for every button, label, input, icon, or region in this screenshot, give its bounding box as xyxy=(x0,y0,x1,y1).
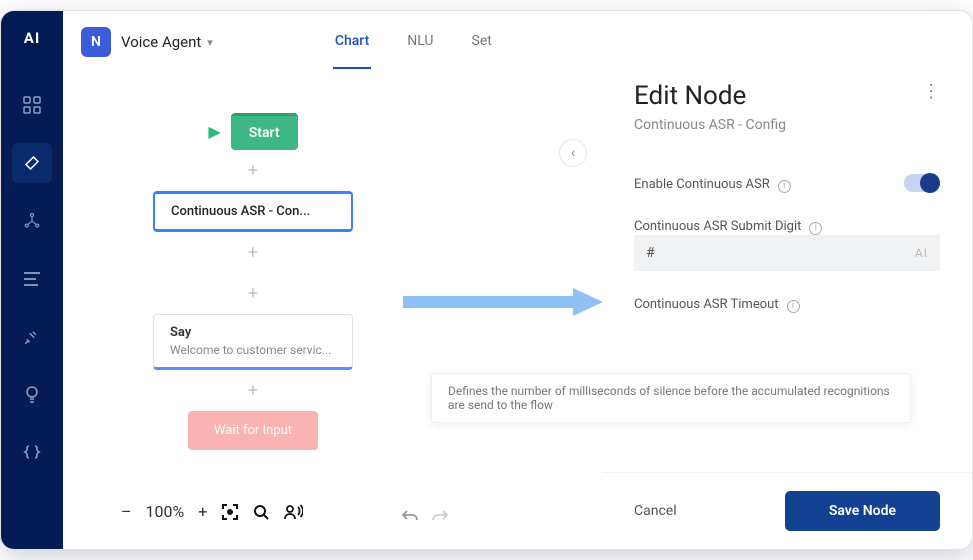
zoom-search-icon[interactable] xyxy=(253,504,269,520)
logo: AI xyxy=(24,29,40,47)
node-continuous-asr[interactable]: Continuous ASR - Con... xyxy=(153,191,353,232)
node-say[interactable]: Say Welcome to customer servic... xyxy=(153,314,353,370)
ai-chip-icon: AI xyxy=(915,246,928,260)
undo-button[interactable] xyxy=(401,509,419,523)
add-node-button[interactable]: + xyxy=(248,283,258,304)
save-node-button[interactable]: Save Node xyxy=(785,491,940,531)
node-subtitle: Welcome to customer servic... xyxy=(170,343,336,357)
toggle-enable-asr[interactable] xyxy=(904,174,940,192)
edit-node-panel: Edit Node Continuous ASR - Config ⋮ Enab… xyxy=(602,11,972,549)
agent-chip[interactable]: N xyxy=(81,27,111,57)
panel-more-icon[interactable]: ⋮ xyxy=(922,81,940,102)
nav-list-icon[interactable] xyxy=(12,259,52,299)
node-label: Continuous ASR - Con... xyxy=(171,204,335,219)
agent-name[interactable]: Voice Agent xyxy=(121,33,201,51)
caret-down-icon[interactable]: ▾ xyxy=(207,36,213,49)
play-icon[interactable]: ▶ xyxy=(208,122,220,141)
redo-button[interactable] xyxy=(431,509,449,523)
submit-digit-input[interactable]: # AI xyxy=(634,235,940,271)
zoom-out-button[interactable]: – xyxy=(121,502,132,521)
tab-chart[interactable]: Chart xyxy=(333,15,371,69)
nav-bulb-icon[interactable] xyxy=(12,375,52,415)
panel-footer: Cancel Save Node xyxy=(602,472,972,549)
nav-braces-icon[interactable] xyxy=(12,433,52,473)
add-node-button[interactable]: + xyxy=(248,380,258,401)
panel-subtitle: Continuous ASR - Config xyxy=(634,117,786,133)
collapse-panel-button[interactable]: ‹ xyxy=(559,139,587,167)
flow-column: ▶ Start + Continuous ASR - Con... + + Sa… xyxy=(153,113,353,450)
info-icon[interactable]: i xyxy=(778,180,791,193)
field-enable-asr-label: Enable Continuous ASR xyxy=(634,177,770,192)
tab-nlu[interactable]: NLU xyxy=(405,15,435,69)
nav-tree-icon[interactable] xyxy=(12,201,52,241)
main-tabs: Chart NLU Set xyxy=(333,15,494,69)
field-timeout-label: Continuous ASR Timeout xyxy=(634,297,779,312)
input-value: # xyxy=(646,245,655,261)
tooltip-timeout: Defines the number of milliseconds of si… xyxy=(431,373,911,423)
left-sidebar: AI xyxy=(1,11,63,549)
add-node-button[interactable]: + xyxy=(248,160,258,181)
fit-screen-icon[interactable] xyxy=(221,503,239,521)
info-icon[interactable]: i xyxy=(809,222,822,235)
start-node[interactable]: Start xyxy=(231,113,298,150)
node-title: Say xyxy=(170,325,336,340)
info-icon[interactable]: i xyxy=(787,300,800,313)
zoom-controls: – 100% + xyxy=(111,496,313,527)
undo-redo xyxy=(401,509,449,523)
node-wait-for-input[interactable]: Wait for Input xyxy=(188,411,318,450)
field-submit-digit-label: Continuous ASR Submit Digit xyxy=(634,219,801,234)
nav-plug-icon[interactable] xyxy=(12,317,52,357)
zoom-in-button[interactable]: + xyxy=(198,502,207,521)
panel-title: Edit Node xyxy=(634,81,786,111)
tab-set[interactable]: Set xyxy=(470,15,494,69)
nav-grid-icon[interactable] xyxy=(12,85,52,125)
add-node-button[interactable]: + xyxy=(248,242,258,263)
zoom-level: 100% xyxy=(146,502,185,521)
cancel-button[interactable]: Cancel xyxy=(634,503,677,519)
nav-hammer-icon[interactable] xyxy=(12,143,52,183)
annotation-arrow xyxy=(403,288,603,314)
voice-preview-icon[interactable] xyxy=(283,504,303,520)
